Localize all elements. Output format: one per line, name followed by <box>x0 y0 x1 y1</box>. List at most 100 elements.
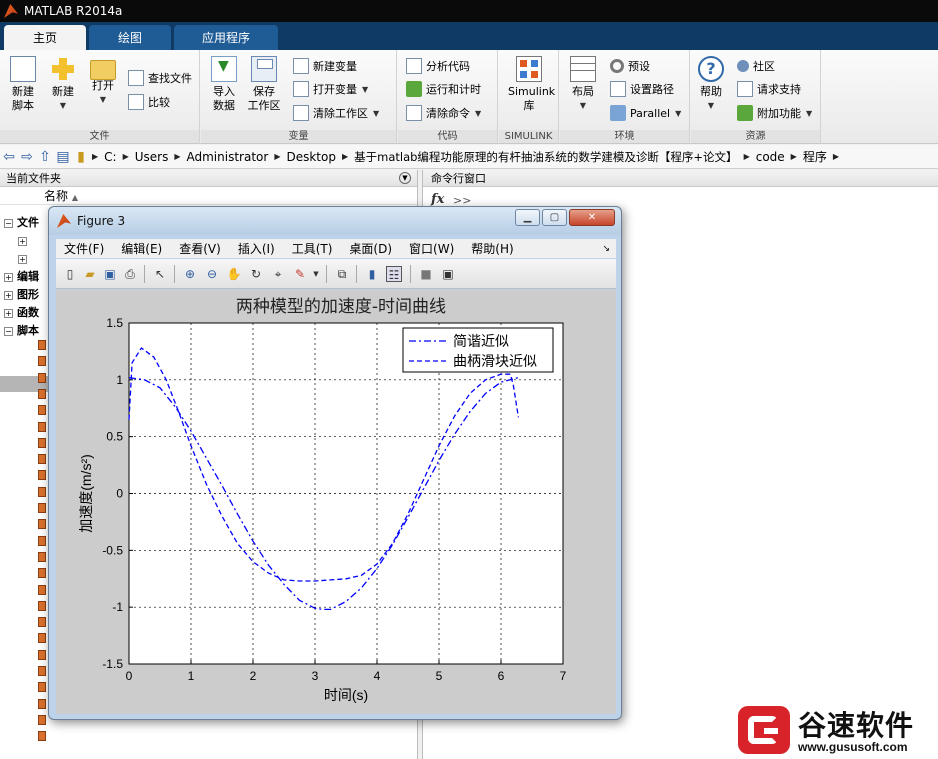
new-button[interactable]: 新建 ▼ <box>42 56 84 113</box>
tree-section-figures[interactable]: + 图形 <box>4 288 39 302</box>
m-file-icon[interactable] <box>38 454 46 465</box>
m-file-icon[interactable] <box>38 372 46 383</box>
breadcrumb-code[interactable]: code <box>756 150 785 164</box>
panel-actions-icon[interactable]: ▼ <box>399 172 411 184</box>
compare-button[interactable]: 比较 <box>128 92 170 112</box>
menu-edit[interactable]: 编辑(E) <box>121 240 162 257</box>
import-data-button[interactable]: 导入 数据 <box>203 56 245 113</box>
menu-tools[interactable]: 工具(T) <box>292 240 333 257</box>
show-plot-tools-icon[interactable]: ▣ <box>440 266 456 282</box>
save-figure-icon[interactable]: ▣ <box>102 266 118 282</box>
breadcrumb-program[interactable]: 程序 <box>803 148 827 165</box>
m-file-icon[interactable] <box>38 470 46 481</box>
tree-section-scripts[interactable]: − 脚本 <box>4 324 39 338</box>
m-file-icon[interactable] <box>38 698 46 709</box>
m-file-icon[interactable] <box>38 600 46 611</box>
m-file-icon[interactable] <box>38 649 46 660</box>
breadcrumb-c[interactable]: C: <box>104 150 116 164</box>
clear-workspace-button[interactable]: 清除工作区 ▼ <box>293 103 379 123</box>
m-file-icon[interactable] <box>38 486 46 497</box>
close-button[interactable]: ✕ <box>569 209 615 226</box>
m-file-icon[interactable] <box>38 682 46 693</box>
dock-arrow-icon[interactable]: ↘ <box>602 244 610 254</box>
simulink-library-button[interactable]: Simulink 库 <box>508 56 555 113</box>
name-column-header[interactable]: 名称 ▲ <box>0 187 417 205</box>
new-figure-icon[interactable]: ▯ <box>62 266 78 282</box>
browse-folder-icon[interactable]: ▤ <box>54 149 72 165</box>
zoom-out-icon[interactable]: ⊖ <box>204 266 220 282</box>
back-arrow-icon[interactable]: ⇦ <box>0 149 18 165</box>
clear-commands-button[interactable]: 清除命令 ▼ <box>406 103 481 123</box>
rotate-3d-icon[interactable]: ↻ <box>248 266 264 282</box>
m-file-icon[interactable] <box>38 731 46 742</box>
m-file-icon[interactable] <box>38 421 46 432</box>
link-plot-icon[interactable]: ⧉ <box>334 266 350 282</box>
m-file-icon[interactable] <box>38 633 46 644</box>
m-file-icon[interactable] <box>38 503 46 513</box>
breadcrumb-project-folder[interactable]: 基于matlab编程功能原理的有杆抽油系统的数学建模及诊断【程序+论文】 <box>354 149 737 165</box>
add-ons-button[interactable]: 附加功能 ▼ <box>737 103 812 123</box>
m-file-icon[interactable] <box>38 519 46 530</box>
expand-icon[interactable]: + <box>18 254 27 264</box>
menu-file[interactable]: 文件(F) <box>64 240 104 257</box>
expand-icon[interactable]: + <box>4 272 13 282</box>
legend-icon[interactable]: ☷ <box>386 266 402 282</box>
menu-desktop[interactable]: 桌面(D) <box>349 240 392 257</box>
hide-plot-tools-icon[interactable]: ■ <box>418 266 434 282</box>
expand-icon[interactable]: + <box>18 236 27 246</box>
find-files-button[interactable]: 查找文件 <box>128 68 192 88</box>
figure-title-bar[interactable]: Figure 3 ▁ ▢ ✕ <box>49 207 621 235</box>
m-file-icon[interactable] <box>38 388 46 399</box>
expand-icon[interactable]: + <box>4 308 13 318</box>
tree-section-files[interactable]: − 文件 <box>4 216 39 230</box>
chevron-down-icon[interactable]: ▼ <box>308 266 324 282</box>
open-variable-button[interactable]: 打开变量 ▼ <box>293 79 368 99</box>
up-folder-icon[interactable]: ⇧ <box>36 149 54 165</box>
zoom-in-icon[interactable]: ⊕ <box>182 266 198 282</box>
run-and-time-button[interactable]: 运行和计时 <box>406 79 481 99</box>
help-button[interactable]: ? 帮助 ▼ <box>690 56 732 113</box>
m-file-icon[interactable] <box>38 340 46 350</box>
edit-plot-arrow-icon[interactable]: ↖ <box>152 266 168 282</box>
menu-help[interactable]: 帮助(H) <box>471 240 513 257</box>
print-icon[interactable]: ⎙ <box>122 266 138 282</box>
pan-hand-icon[interactable]: ✋ <box>226 266 242 282</box>
menu-window[interactable]: 窗口(W) <box>409 240 454 257</box>
parallel-button[interactable]: Parallel ▼ <box>610 103 681 123</box>
tree-subitem[interactable]: + <box>18 252 31 266</box>
save-workspace-button[interactable]: 保存 工作区 <box>243 56 285 113</box>
breadcrumb-users[interactable]: Users <box>135 150 169 164</box>
minimize-button[interactable]: ▁ <box>515 209 540 226</box>
expand-icon[interactable]: + <box>4 290 13 300</box>
menu-insert[interactable]: 插入(I) <box>238 240 275 257</box>
community-button[interactable]: 社区 <box>737 56 775 76</box>
m-file-icon[interactable] <box>38 714 46 725</box>
collapse-icon[interactable]: − <box>4 326 13 336</box>
m-file-icon[interactable] <box>38 356 46 367</box>
m-file-icon[interactable] <box>38 584 46 595</box>
analyze-code-button[interactable]: 分析代码 <box>406 56 470 76</box>
m-file-icon[interactable] <box>38 551 46 562</box>
tree-section-functions[interactable]: + 函数 <box>4 306 39 320</box>
collapse-icon[interactable]: − <box>4 218 13 228</box>
m-file-icon[interactable] <box>38 617 46 628</box>
layout-button[interactable]: 布局 ▼ <box>562 56 604 113</box>
m-file-icon[interactable] <box>38 535 46 546</box>
colorbar-icon[interactable]: ▮ <box>364 266 380 282</box>
tab-apps[interactable]: 应用程序 <box>174 25 278 50</box>
m-file-icon[interactable] <box>38 405 46 416</box>
tree-subitem[interactable]: + <box>18 234 31 248</box>
tree-section-editor[interactable]: + 编辑 <box>4 270 39 284</box>
open-file-icon[interactable]: ▰ <box>82 266 98 282</box>
open-button[interactable]: 打开 ▼ <box>82 56 124 107</box>
set-path-button[interactable]: 设置路径 <box>610 79 674 99</box>
new-script-button[interactable]: 新建 脚本 <box>2 56 44 113</box>
m-file-icon[interactable] <box>38 568 46 579</box>
forward-arrow-icon[interactable]: ⇨ <box>18 149 36 165</box>
tab-plots[interactable]: 绘图 <box>89 25 171 50</box>
maximize-button[interactable]: ▢ <box>542 209 567 226</box>
m-file-icon[interactable] <box>38 437 46 448</box>
request-support-button[interactable]: 请求支持 <box>737 79 801 99</box>
breadcrumb-administrator[interactable]: Administrator <box>187 150 269 164</box>
brush-icon[interactable]: ✎ <box>292 266 308 282</box>
